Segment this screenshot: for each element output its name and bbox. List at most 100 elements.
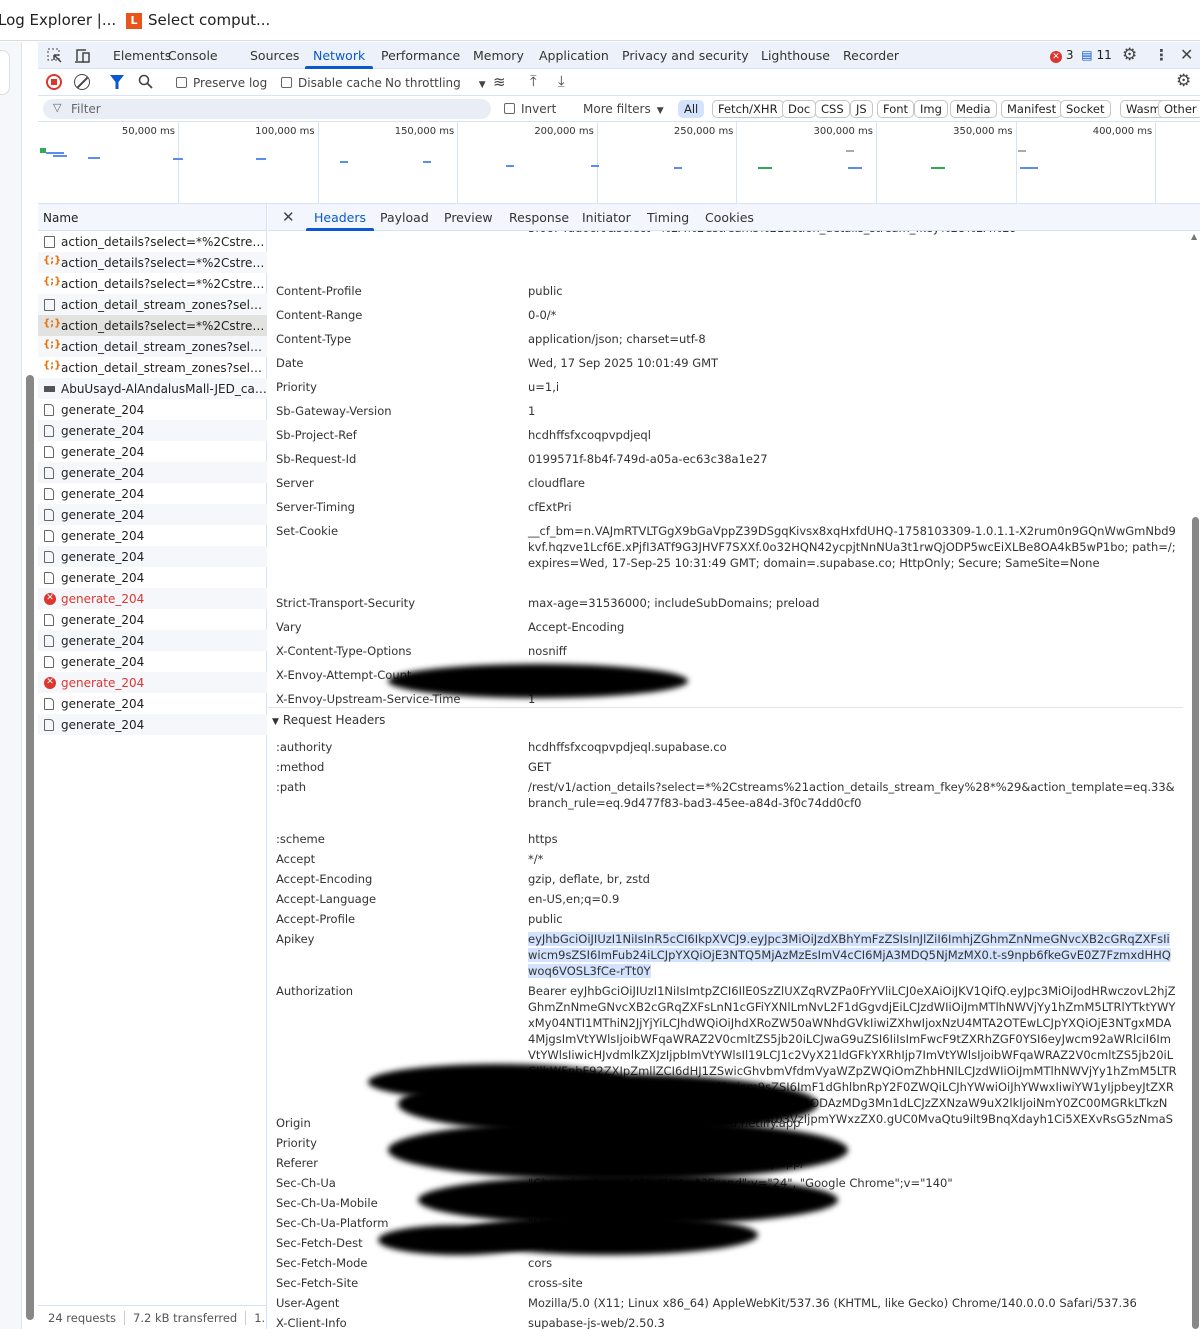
filter-chip-css[interactable]: CSS [815, 100, 850, 118]
header-value[interactable]: supabase-js-web/2.50.3 [528, 1315, 1178, 1329]
clear-log-icon[interactable] [74, 74, 90, 90]
request-row[interactable]: {;} action_details?select=*%2Cstream... [38, 315, 267, 336]
tab-sources[interactable]: Sources [250, 48, 299, 63]
request-row[interactable]: generate_204 [38, 567, 267, 588]
header-value-text[interactable]: cross-site [528, 1276, 583, 1290]
header-value[interactable]: gzip, deflate, br, zstd [528, 871, 1178, 887]
tab-privacy-and-security[interactable]: Privacy and security [622, 48, 749, 63]
tab-elements[interactable]: Elements [113, 48, 171, 63]
header-value[interactable]: Mozilla/5.0 (X11; Linux x86_64) AppleWeb… [528, 1295, 1178, 1311]
request-row[interactable]: {;} action_details?select=*%2Cstream... [38, 252, 267, 273]
header-value[interactable]: Wed, 17 Sep 2025 10:01:49 GMT [528, 355, 1178, 371]
request-row[interactable]: generate_204 [38, 651, 267, 672]
preserve-log-checkbox[interactable]: Preserve log [176, 76, 267, 90]
header-value[interactable]: hcdhffsfxcoqpvpdjeql [528, 427, 1178, 443]
device-toolbar-icon[interactable] [74, 48, 92, 64]
filter-chip-media[interactable]: Media [950, 100, 997, 118]
disable-cache-checkbox[interactable]: Disable cache [281, 76, 382, 90]
header-value[interactable]: cors [528, 1255, 1178, 1271]
header-value[interactable]: GET [528, 759, 1178, 775]
header-value[interactable]: application/json; charset=utf-8 [528, 331, 1178, 347]
header-value[interactable]: 1 [528, 403, 1178, 419]
name-column-header[interactable]: Name [38, 204, 267, 231]
export-har-icon[interactable]: ⤓ [558, 72, 565, 90]
request-row[interactable]: generate_204 [38, 609, 267, 630]
browser-tab[interactable]: L Select comput... [126, 11, 270, 29]
filter-chip-all[interactable]: All [678, 100, 705, 118]
header-value-text[interactable]: */* [528, 852, 543, 866]
header-value[interactable]: max-age=31536000; includeSubDomains; pre… [528, 595, 1178, 611]
record-stop-icon[interactable] [46, 74, 62, 90]
request-row[interactable]: generate_204 [38, 693, 267, 714]
tab-response[interactable]: Response [509, 210, 569, 225]
browser-tab[interactable]: Log Explorer |... [0, 11, 116, 29]
tab-preview[interactable]: Preview [444, 210, 493, 225]
header-value-text[interactable]: https [528, 832, 558, 846]
filter-chip-font[interactable]: Font [877, 100, 915, 118]
header-value-text[interactable]: Mozilla/5.0 (X11; Linux x86_64) AppleWeb… [528, 1296, 1137, 1310]
request-row[interactable]: generate_204 [38, 399, 267, 420]
close-detail-icon[interactable]: ✕ [282, 208, 295, 226]
header-value[interactable]: */* [528, 851, 1178, 867]
tab-network[interactable]: Network [304, 48, 374, 69]
header-value-text[interactable]: eyJhbGciOiJIUzI1NiIsInR5cCI6IkpXVCJ9.eyJ… [528, 932, 1171, 978]
header-value[interactable]: cfExtPri [528, 499, 1178, 515]
filter-chip-fetch-xhr[interactable]: Fetch/XHR [712, 100, 784, 118]
request-row[interactable]: generate_204 [38, 483, 267, 504]
request-row[interactable]: action_detail_stream_zones?select... [38, 294, 267, 315]
request-row[interactable]: AbuUsayd-AlAndalusMall-JED_cam... [38, 378, 267, 399]
header-value[interactable]: cloudflare [528, 475, 1178, 491]
request-row[interactable]: generate_204 [38, 525, 267, 546]
request-row[interactable]: ✕ generate_204 [38, 672, 267, 693]
tab-console[interactable]: Console [168, 48, 218, 63]
inspect-element-icon[interactable] [47, 48, 63, 64]
request-row[interactable]: generate_204 [38, 714, 267, 735]
header-value[interactable]: cross-site [528, 1275, 1178, 1291]
header-value[interactable]: 0-0/* [528, 307, 1178, 323]
filter-chip-socket[interactable]: Socket [1060, 100, 1111, 118]
header-value[interactable]: Accept-Encoding [528, 619, 1178, 635]
header-value[interactable]: https [528, 831, 1178, 847]
request-row[interactable]: generate_204 [38, 546, 267, 567]
tab-performance[interactable]: Performance [381, 48, 460, 63]
filter-chip-doc[interactable]: Doc [782, 100, 817, 118]
header-value[interactable]: __cf_bm=n.VAJmRTVLTGgX9bGaVppZ39DSgqKivs… [528, 523, 1178, 571]
page-scrollbar-thumb[interactable] [26, 375, 34, 1320]
header-value-text[interactable]: GET [528, 760, 551, 774]
request-row[interactable]: generate_204 [38, 420, 267, 441]
header-value-text[interactable]: gzip, deflate, br, zstd [528, 872, 650, 886]
request-row[interactable]: generate_204 [38, 504, 267, 525]
header-value[interactable]: /rest/v1/action_details?select=*%2Cstrea… [528, 779, 1178, 811]
filter-chip-other[interactable]: Other [1158, 100, 1200, 118]
request-row[interactable]: action_details?select=*%2Cstream... [38, 231, 267, 252]
header-value-text[interactable]: cors [528, 1256, 552, 1270]
tab-recorder[interactable]: Recorder [843, 48, 899, 63]
header-value[interactable]: 0199571f-8b4f-749d-a05a-ec63c38a1e27 [528, 451, 1178, 467]
header-value-text[interactable]: en-US,en;q=0.9 [528, 892, 619, 906]
throttling-select[interactable]: No throttling ▼ [385, 76, 486, 90]
filter-input[interactable]: ▽ Filter [43, 99, 491, 119]
more-options-icon[interactable]: ⋮ [1154, 46, 1169, 64]
tab-cookies[interactable]: Cookies [705, 210, 754, 225]
network-settings-gear-icon[interactable]: ⚙ [1176, 71, 1191, 91]
request-row[interactable]: generate_204 [38, 462, 267, 483]
filter-chip-manifest[interactable]: Manifest [1001, 100, 1063, 118]
request-row[interactable]: ✕ generate_204 [38, 588, 267, 609]
request-row[interactable]: {;} action_details?select=*%2Cstream... [38, 273, 267, 294]
request-row[interactable]: generate_204 [38, 630, 267, 651]
tab-timing[interactable]: Timing [647, 210, 689, 225]
invert-checkbox[interactable]: Invert [504, 102, 556, 116]
network-conditions-icon[interactable]: ≋ [493, 73, 506, 91]
tab-initiator[interactable]: Initiator [582, 210, 631, 225]
filter-chip-img[interactable]: Img [914, 100, 948, 118]
filter-chip-js[interactable]: JS [850, 100, 873, 118]
header-value[interactable]: en-US,en;q=0.9 [528, 891, 1178, 907]
request-row[interactable]: {;} action_detail_stream_zones?select... [38, 357, 267, 378]
header-value-text[interactable]: hcdhffsfxcoqpvpdjeql.supabase.co [528, 740, 727, 754]
tab-headers[interactable]: Headers [305, 210, 375, 231]
close-devtools-icon[interactable]: ✕ [1180, 45, 1193, 64]
header-value-text[interactable]: /rest/v1/action_details?select=*%2Cstrea… [528, 780, 1175, 810]
network-overview-timeline[interactable]: 50,000 ms 100,000 ms 150,000 ms 200,000 ms 2… [38, 122, 1200, 204]
more-filters-dropdown[interactable]: More filters ▼ [583, 102, 664, 116]
request-row[interactable]: {;} action_detail_stream_zones?select... [38, 336, 267, 357]
